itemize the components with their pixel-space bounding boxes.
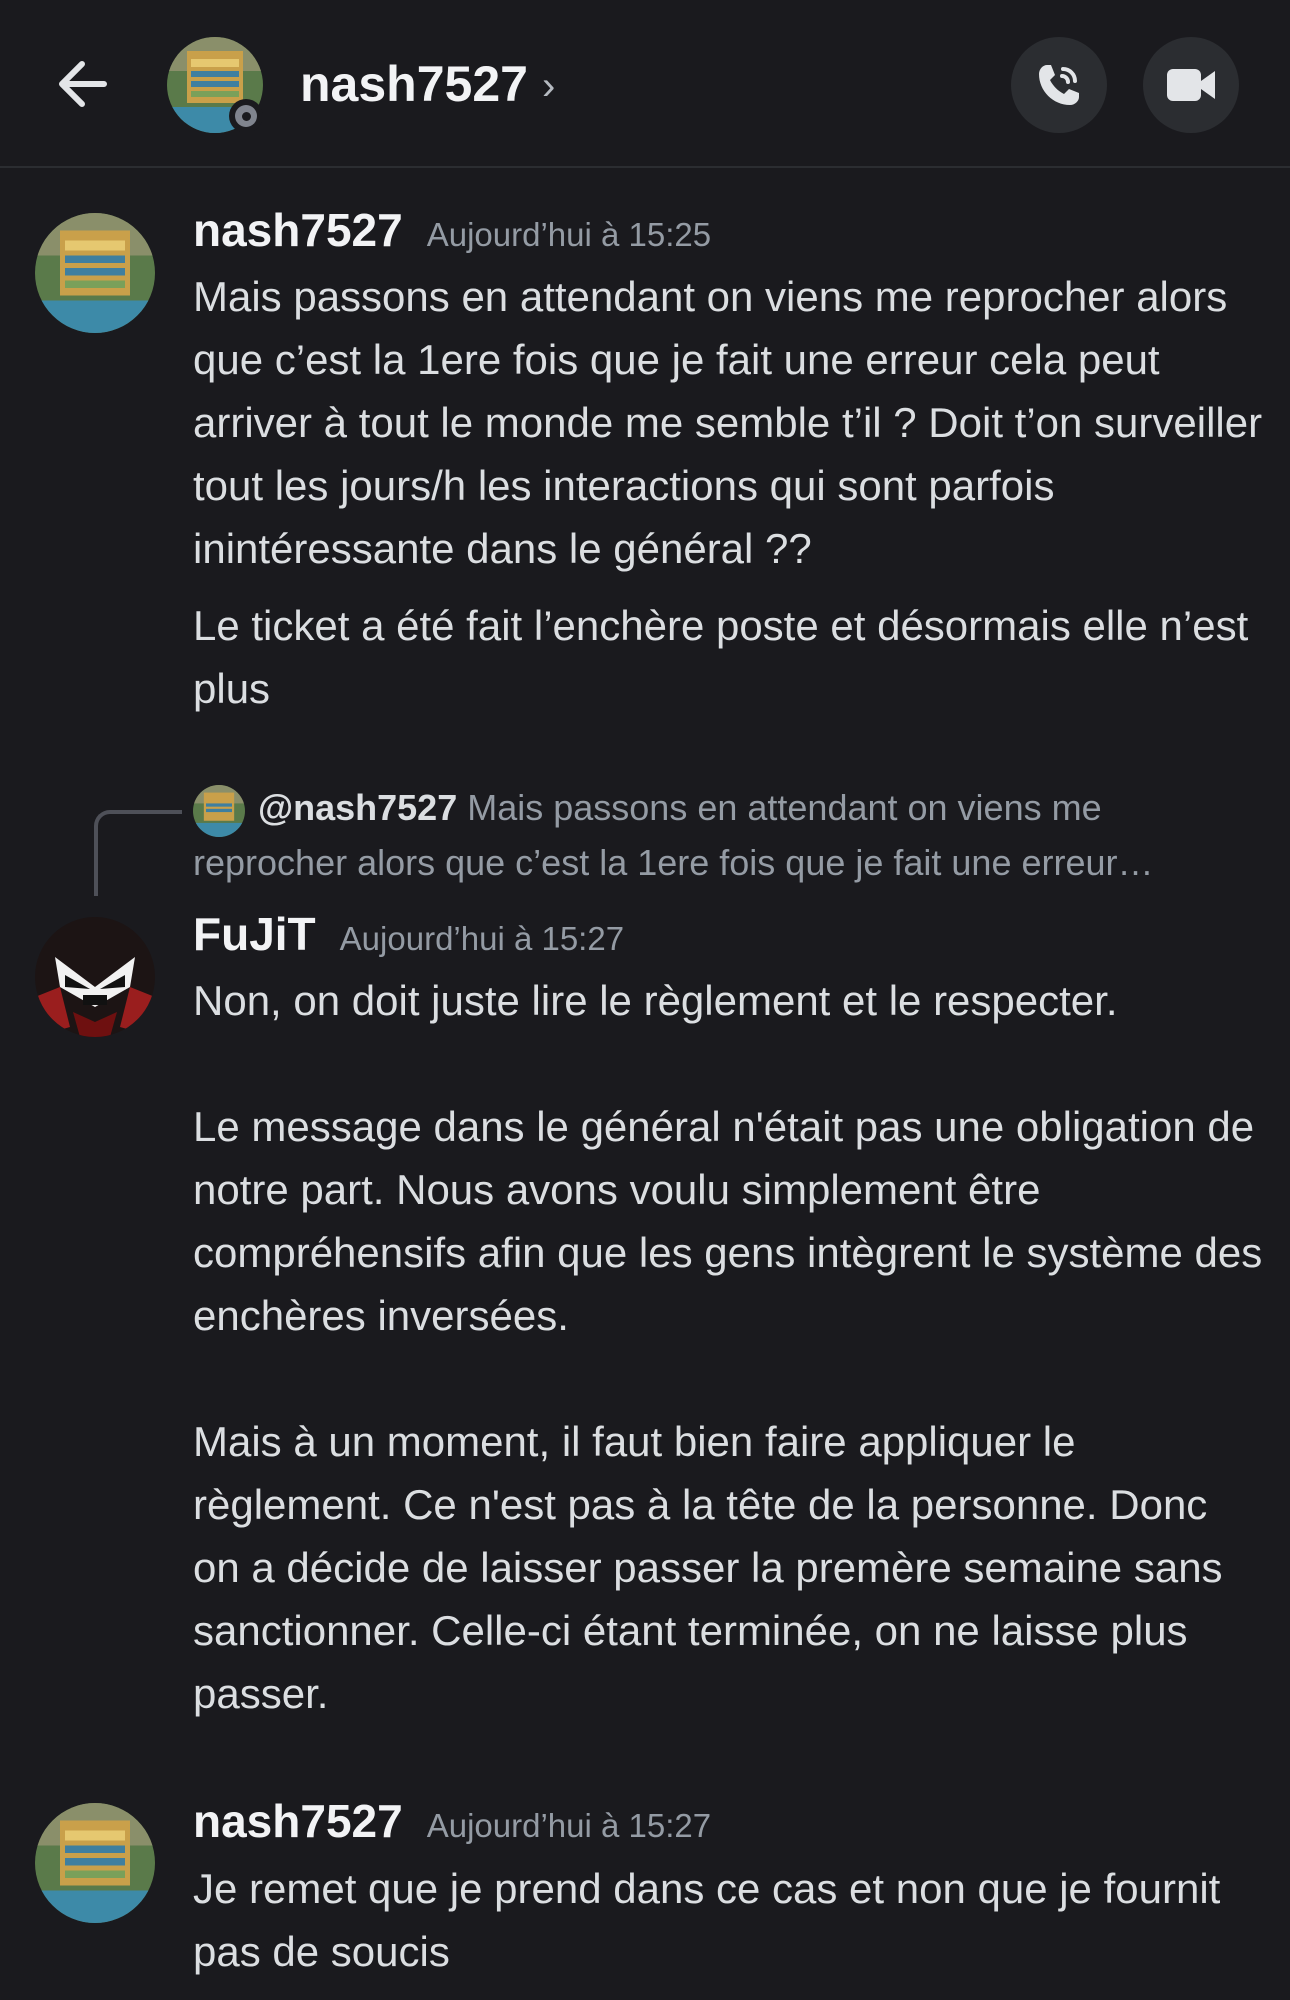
message-text: Mais passons en attendant on viens me re… [193,273,1274,572]
message-header: FuJiT Aujourd’hui à 15:27 [193,907,624,961]
back-button[interactable] [48,48,120,120]
chat-header: nash7527 › [0,0,1290,168]
arrow-left-icon [59,61,107,107]
phone-icon [1039,65,1079,105]
message-timestamp: Aujourd’hui à 15:25 [426,216,712,253]
channel-title[interactable]: nash7527 › [300,52,555,116]
message-header: nash7527 Aujourd’hui à 15:27 [193,1794,711,1848]
avatar-fujit[interactable] [35,917,155,1037]
channel-title-text: nash7527 [300,56,528,112]
message-header: nash7527 Aujourd’hui à 15:25 [193,203,711,257]
video-camera-icon [1167,69,1215,101]
video-call-button[interactable] [1143,37,1239,133]
message-author[interactable]: nash7527 [193,204,403,256]
status-indicator-icon [229,99,263,133]
message-timestamp: Aujourd’hui à 15:27 [426,1807,712,1844]
chevron-right-icon: › [541,64,556,108]
message-author[interactable]: nash7527 [193,1795,403,1847]
message-text: Non, on doit juste lire le règlement et … [193,977,1263,1717]
message-text: Je remet que je prend dans ce cas et non… [193,1865,1232,1975]
message-text: Le ticket a été fait l’enchère poste et … [193,602,1260,712]
avatar-nash7527[interactable] [35,213,155,333]
reply-preview[interactable]: @nash7527 Mais passons en attendant on v… [193,780,1263,890]
message-timestamp: Aujourd’hui à 15:27 [339,920,625,957]
reply-author: @nash7527 [258,787,458,828]
reply-connector [94,810,182,896]
voice-call-button[interactable] [1011,37,1107,133]
avatar-nash7527[interactable] [35,1803,155,1923]
message-author[interactable]: FuJiT [193,908,316,960]
header-avatar[interactable] [167,37,263,133]
